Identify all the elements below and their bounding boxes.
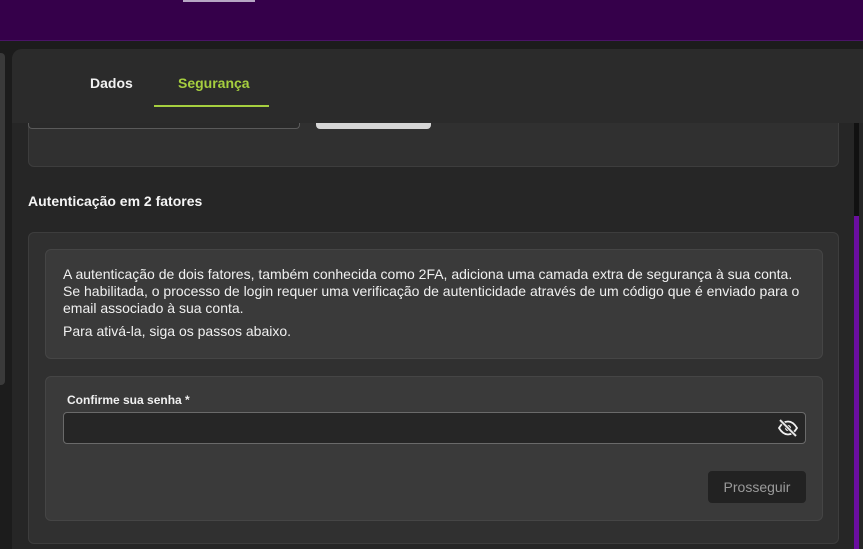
two-factor-description: A autenticação de dois fatores, também c…: [63, 266, 800, 316]
previous-action-button[interactable]: [316, 123, 431, 129]
active-tab-underline: [154, 105, 269, 107]
previous-input-field[interactable]: [28, 123, 300, 129]
two-factor-instructions: Para ativá-la, siga os passos abaixo.: [63, 323, 292, 339]
two-factor-info-box: A autenticação de dois fatores, também c…: [45, 249, 823, 359]
security-tab-content: Autenticação em 2 fatores A autenticação…: [12, 113, 863, 549]
background-panel-edge: [0, 53, 5, 385]
password-field-label: Confirme sua senha *: [67, 393, 190, 407]
proceed-button[interactable]: Prosseguir: [708, 471, 806, 503]
two-factor-card: A autenticação de dois fatores, também c…: [28, 232, 839, 544]
tab-dados[interactable]: Dados: [90, 75, 133, 91]
app-header-bar: [0, 0, 863, 41]
two-factor-section-title: Autenticação em 2 fatores: [28, 193, 203, 209]
tab-seguranca[interactable]: Segurança: [178, 75, 250, 91]
settings-tabs: Dados Segurança: [12, 49, 863, 123]
confirm-password-form: Confirme sua senha * Prosseguir: [45, 376, 823, 521]
header-active-indicator: [183, 0, 255, 2]
eye-off-icon[interactable]: [777, 418, 799, 438]
scrollbar-thumb[interactable]: [854, 216, 859, 549]
password-field[interactable]: [63, 412, 806, 444]
account-settings-modal: Dados Segurança Autenticação em 2 fatore…: [12, 49, 863, 549]
